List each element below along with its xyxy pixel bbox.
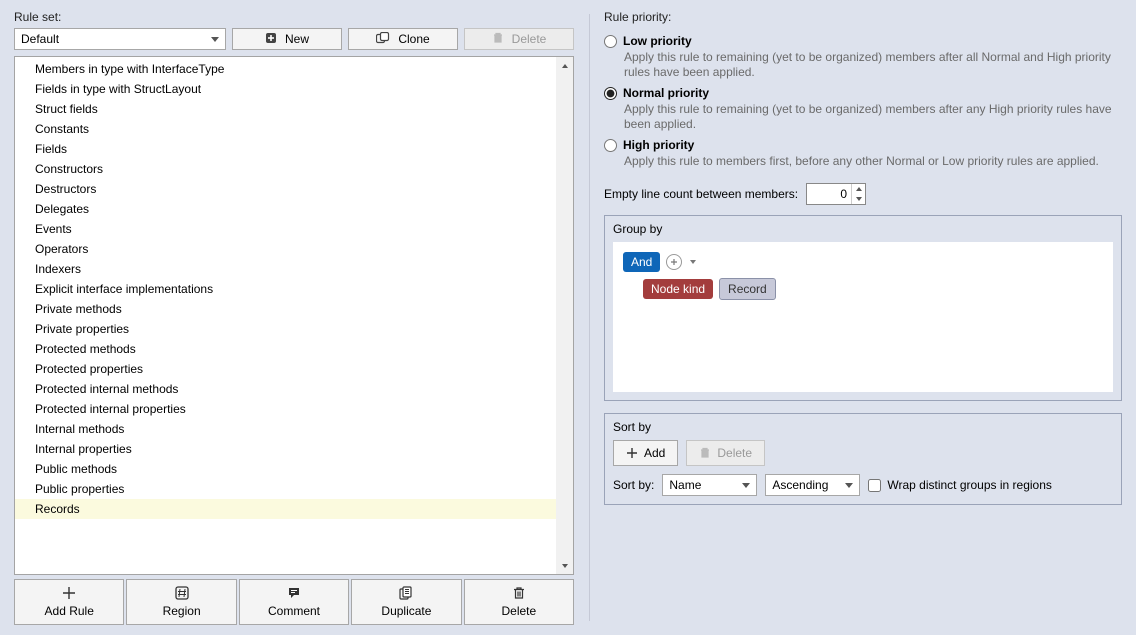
- priority-title: High priority: [623, 138, 694, 152]
- chevron-down-icon: [211, 37, 219, 42]
- chevron-down-icon[interactable]: [690, 260, 696, 264]
- list-item[interactable]: Private methods: [15, 299, 556, 319]
- scroll-down-icon[interactable]: [556, 557, 573, 574]
- delete-rule-button[interactable]: Delete: [464, 579, 574, 625]
- comment-icon: [240, 586, 348, 600]
- priority-radio[interactable]: [604, 139, 617, 152]
- clone-ruleset-button[interactable]: Clone: [348, 28, 458, 50]
- trash-icon: [492, 32, 504, 47]
- comment-button[interactable]: Comment: [239, 579, 349, 625]
- duplicate-button[interactable]: Duplicate: [351, 579, 461, 625]
- priority-radio[interactable]: [604, 87, 617, 100]
- sort-field-value: Name: [669, 478, 701, 492]
- sortby-legend: Sort by: [613, 420, 1113, 434]
- splitter[interactable]: [588, 14, 590, 621]
- priority-title: Low priority: [623, 34, 692, 48]
- sortby-fieldset: Sort by Add Delete Sort by: Name Ascendi…: [604, 413, 1122, 505]
- sort-add-button[interactable]: Add: [613, 440, 678, 466]
- duplicate-label: Duplicate: [352, 604, 460, 618]
- sort-delete-label: Delete: [717, 446, 752, 460]
- chevron-down-icon: [845, 483, 853, 488]
- priority-description: Apply this rule to remaining (yet to be …: [624, 50, 1122, 80]
- sort-by-label: Sort by:: [613, 478, 654, 492]
- rules-listbox[interactable]: Members in type with InterfaceTypeFields…: [14, 56, 574, 575]
- scrollbar[interactable]: [556, 57, 573, 574]
- new-ruleset-button[interactable]: New: [232, 28, 342, 50]
- list-item[interactable]: Explicit interface implementations: [15, 279, 556, 299]
- add-rule-label: Add Rule: [15, 604, 123, 618]
- add-condition-button[interactable]: [666, 254, 682, 270]
- ruleset-dropdown[interactable]: Default: [14, 28, 226, 50]
- list-item[interactable]: Struct fields: [15, 99, 556, 119]
- region-label: Region: [127, 604, 235, 618]
- groupby-legend: Group by: [613, 222, 1113, 236]
- list-item[interactable]: Fields in type with StructLayout: [15, 79, 556, 99]
- add-rule-button[interactable]: Add Rule: [14, 579, 124, 625]
- priority-title: Normal priority: [623, 86, 709, 100]
- delete-ruleset-button[interactable]: Delete: [464, 28, 574, 50]
- list-item[interactable]: Constants: [15, 119, 556, 139]
- list-item[interactable]: Protected internal properties: [15, 399, 556, 419]
- delete-rule-label: Delete: [465, 604, 573, 618]
- priority-description: Apply this rule to members first, before…: [624, 154, 1122, 169]
- node-kind-chip[interactable]: Node kind: [643, 279, 713, 299]
- record-chip[interactable]: Record: [719, 278, 776, 300]
- new-btn-label: New: [285, 32, 309, 46]
- duplicate-icon: [352, 586, 460, 600]
- empty-line-count-input[interactable]: [806, 183, 866, 205]
- list-item[interactable]: Constructors: [15, 159, 556, 179]
- empty-line-count-value[interactable]: [807, 187, 851, 201]
- list-item[interactable]: Protected properties: [15, 359, 556, 379]
- clone-icon: [376, 32, 390, 47]
- ruleset-label: Rule set:: [14, 10, 574, 24]
- list-item[interactable]: Fields: [15, 139, 556, 159]
- comment-label: Comment: [240, 604, 348, 618]
- list-item[interactable]: Records: [15, 499, 556, 519]
- priority-label: Rule priority:: [604, 10, 1122, 24]
- list-item[interactable]: Internal properties: [15, 439, 556, 459]
- list-item[interactable]: Events: [15, 219, 556, 239]
- delete-ruleset-label: Delete: [512, 32, 547, 46]
- priority-description: Apply this rule to remaining (yet to be …: [624, 102, 1122, 132]
- list-item[interactable]: Internal methods: [15, 419, 556, 439]
- sort-add-label: Add: [644, 446, 665, 460]
- list-item[interactable]: Protected methods: [15, 339, 556, 359]
- hash-icon: [127, 586, 235, 600]
- and-chip[interactable]: And: [623, 252, 660, 272]
- trash-icon: [465, 586, 573, 600]
- plus-icon: [265, 32, 277, 47]
- ruleset-dropdown-value: Default: [21, 32, 59, 46]
- sort-delete-button[interactable]: Delete: [686, 440, 765, 466]
- wrap-regions-checkbox[interactable]: [868, 479, 881, 492]
- groupby-fieldset: Group by And Node kind Record: [604, 215, 1122, 401]
- clone-btn-label: Clone: [398, 32, 429, 46]
- list-item[interactable]: Private properties: [15, 319, 556, 339]
- list-item[interactable]: Destructors: [15, 179, 556, 199]
- sort-direction-dropdown[interactable]: Ascending: [765, 474, 860, 496]
- spinner-up-icon[interactable]: [852, 184, 866, 194]
- plus-icon: [15, 586, 123, 600]
- list-item[interactable]: Public properties: [15, 479, 556, 499]
- chevron-down-icon: [742, 483, 750, 488]
- region-button[interactable]: Region: [126, 579, 236, 625]
- sort-direction-value: Ascending: [772, 478, 828, 492]
- sort-field-dropdown[interactable]: Name: [662, 474, 757, 496]
- list-item[interactable]: Protected internal methods: [15, 379, 556, 399]
- list-item[interactable]: Operators: [15, 239, 556, 259]
- scroll-up-icon[interactable]: [556, 57, 573, 74]
- empty-line-label: Empty line count between members:: [604, 187, 798, 201]
- list-item[interactable]: Delegates: [15, 199, 556, 219]
- priority-radio[interactable]: [604, 35, 617, 48]
- spinner-down-icon[interactable]: [852, 194, 866, 204]
- wrap-regions-label: Wrap distinct groups in regions: [887, 478, 1052, 492]
- list-item[interactable]: Members in type with InterfaceType: [15, 59, 556, 79]
- list-item[interactable]: Public methods: [15, 459, 556, 479]
- list-item[interactable]: Indexers: [15, 259, 556, 279]
